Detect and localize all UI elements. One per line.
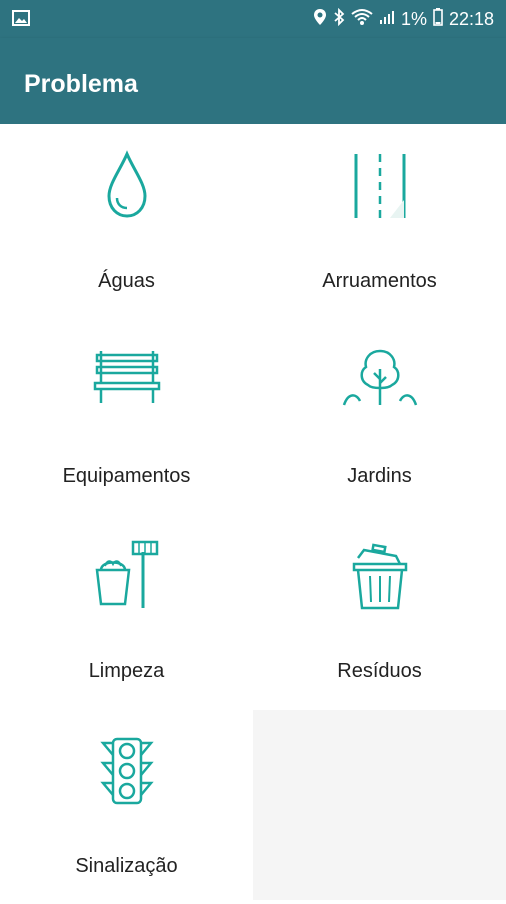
category-sinalizacao[interactable]: Sinalização bbox=[0, 709, 253, 904]
category-arruamentos[interactable]: Arruamentos bbox=[253, 124, 506, 319]
wifi-icon bbox=[351, 8, 373, 31]
category-equipamentos[interactable]: Equipamentos bbox=[0, 319, 253, 514]
category-grid: Águas Arruamentos Equipamentos Jardins L… bbox=[0, 124, 506, 904]
bench-icon bbox=[93, 351, 160, 403]
category-label: Limpeza bbox=[88, 660, 165, 682]
traffic-light-icon bbox=[99, 737, 154, 805]
battery-icon bbox=[433, 7, 443, 31]
category-label: Equipamentos bbox=[62, 465, 191, 487]
location-icon bbox=[313, 8, 327, 31]
category-label: Sinalização bbox=[75, 855, 178, 877]
category-label: Águas bbox=[98, 270, 155, 292]
page-title: Problema bbox=[24, 70, 138, 98]
empty-grid-cell bbox=[253, 710, 506, 900]
bluetooth-icon bbox=[333, 7, 345, 31]
status-bar: 1% 22:18 bbox=[0, 0, 506, 38]
signal-icon bbox=[379, 9, 395, 30]
category-label: Arruamentos bbox=[322, 270, 437, 292]
trash-can-icon bbox=[352, 543, 407, 610]
cleaning-bucket-broom-icon bbox=[95, 540, 158, 608]
category-label: Resíduos bbox=[337, 660, 422, 682]
water-drop-icon bbox=[106, 150, 147, 218]
category-limpeza[interactable]: Limpeza bbox=[0, 514, 253, 709]
image-notification-icon bbox=[12, 10, 30, 31]
category-residuos[interactable]: Resíduos bbox=[253, 514, 506, 709]
road-icon bbox=[354, 154, 405, 218]
status-time: 22:18 bbox=[448, 8, 494, 29]
category-label: Jardins bbox=[347, 465, 412, 487]
category-aguas[interactable]: Águas bbox=[0, 124, 253, 319]
tree-icon bbox=[342, 349, 417, 406]
app-bar: Problema bbox=[0, 38, 506, 124]
battery-percent: 1% bbox=[400, 8, 427, 29]
category-jardins[interactable]: Jardins bbox=[253, 319, 506, 514]
